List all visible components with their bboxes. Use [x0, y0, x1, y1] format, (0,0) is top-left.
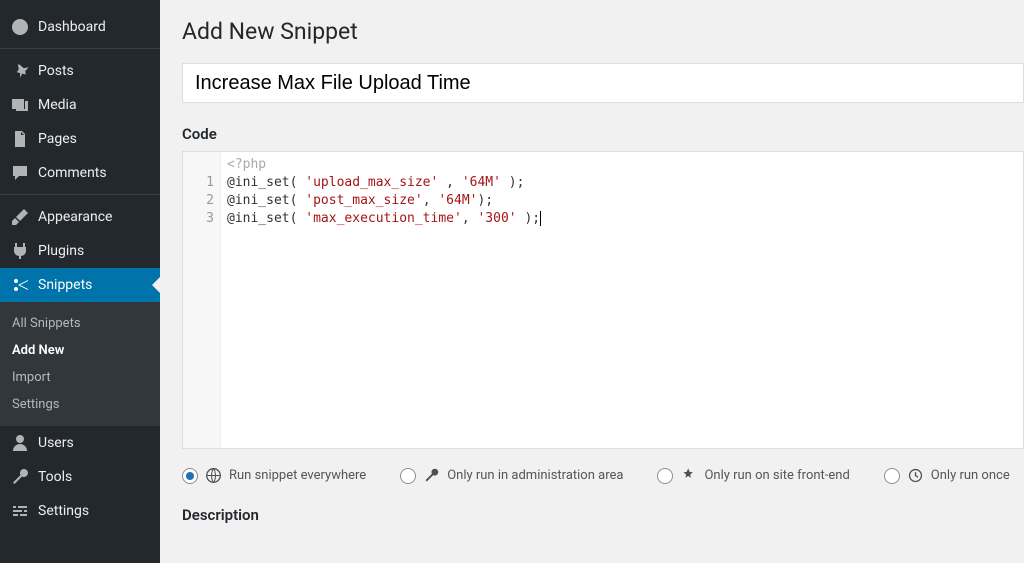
media-icon	[10, 95, 30, 115]
sidebar-sub-add-new[interactable]: Add New	[0, 337, 160, 364]
sidebar-label: Tools	[38, 469, 72, 485]
line-number: 3	[191, 210, 214, 228]
sidebar-item-tools[interactable]: Tools	[0, 460, 160, 494]
sidebar-label: Dashboard	[38, 19, 106, 35]
scope-radio-group: Run snippet everywhere Only run in admin…	[182, 467, 1024, 484]
code-line: @ini_set( 'post_max_size', '64M');	[227, 192, 1017, 210]
page-icon	[10, 129, 30, 149]
scissors-icon	[10, 275, 30, 295]
sidebar-item-media[interactable]: Media	[0, 88, 160, 122]
scope-label: Only run in administration area	[447, 468, 623, 483]
sidebar-sub-settings[interactable]: Settings	[0, 391, 160, 418]
sidebar-item-settings[interactable]: Settings	[0, 494, 160, 528]
page-title: Add New Snippet	[182, 18, 1024, 45]
sidebar-label: Pages	[38, 131, 77, 147]
sidebar-item-snippets[interactable]: Snippets	[0, 268, 160, 302]
scope-label: Only run once	[931, 468, 1010, 483]
sidebar-item-users[interactable]: Users	[0, 426, 160, 460]
sidebar-label: Plugins	[38, 243, 84, 259]
code-editor[interactable]: 1 2 3 <?php @ini_set( 'upload_max_size' …	[182, 151, 1024, 449]
radio-input[interactable]	[657, 468, 673, 484]
line-number-gutter: 1 2 3	[183, 152, 221, 448]
sidebar-item-comments[interactable]: Comments	[0, 156, 160, 190]
scope-label: Run snippet everywhere	[229, 468, 366, 483]
dashboard-icon	[10, 17, 30, 37]
code-line: @ini_set( 'upload_max_size' , '64M' );	[227, 174, 1017, 192]
sidebar-separator	[0, 190, 160, 195]
scope-admin[interactable]: Only run in administration area	[400, 467, 623, 484]
sidebar-submenu: All Snippets Add New Import Settings	[0, 302, 160, 426]
sidebar-sub-import[interactable]: Import	[0, 364, 160, 391]
scope-frontend[interactable]: Only run on site front-end	[657, 467, 849, 484]
radio-input[interactable]	[884, 468, 900, 484]
radio-input[interactable]	[182, 468, 198, 484]
line-number: 2	[191, 192, 214, 210]
clock-icon	[907, 467, 924, 484]
sidebar-item-plugins[interactable]: Plugins	[0, 234, 160, 268]
sidebar-sub-all-snippets[interactable]: All Snippets	[0, 310, 160, 337]
sliders-icon	[10, 501, 30, 521]
snippet-title-input[interactable]	[182, 63, 1024, 103]
scope-label: Only run on site front-end	[704, 468, 849, 483]
scope-everywhere[interactable]: Run snippet everywhere	[182, 467, 366, 484]
line-number: 1	[191, 174, 214, 192]
code-section-label: Code	[182, 125, 1024, 143]
sidebar-label: Posts	[38, 63, 74, 79]
sidebar-item-posts[interactable]: Posts	[0, 54, 160, 88]
php-placeholder: <?php	[227, 156, 1017, 174]
description-section-label: Description	[182, 506, 1024, 524]
sidebar-label: Snippets	[38, 277, 92, 293]
wrench-icon	[423, 467, 440, 484]
wrench-icon	[10, 467, 30, 487]
pushpin-icon	[680, 467, 697, 484]
radio-input[interactable]	[400, 468, 416, 484]
main-content: Add New Snippet Code 1 2 3 <?php @ini_se…	[160, 0, 1024, 563]
sidebar-label: Media	[38, 97, 77, 113]
pin-icon	[10, 61, 30, 81]
sidebar-item-pages[interactable]: Pages	[0, 122, 160, 156]
sidebar-separator	[0, 44, 160, 49]
code-content[interactable]: <?php @ini_set( 'upload_max_size' , '64M…	[221, 152, 1023, 448]
sidebar-item-dashboard[interactable]: Dashboard	[0, 10, 160, 44]
sidebar-label: Appearance	[38, 209, 112, 225]
comment-icon	[10, 163, 30, 183]
sidebar-label: Comments	[38, 165, 107, 181]
sidebar-label: Settings	[38, 503, 89, 519]
admin-sidebar: Dashboard Posts Media Pages Comments App…	[0, 0, 160, 563]
code-line: @ini_set( 'max_execution_time', '300' );	[227, 210, 1017, 228]
user-icon	[10, 433, 30, 453]
plug-icon	[10, 241, 30, 261]
sidebar-item-appearance[interactable]: Appearance	[0, 200, 160, 234]
brush-icon	[10, 207, 30, 227]
scope-once[interactable]: Only run once	[884, 467, 1010, 484]
globe-icon	[205, 467, 222, 484]
sidebar-label: Users	[38, 435, 74, 451]
